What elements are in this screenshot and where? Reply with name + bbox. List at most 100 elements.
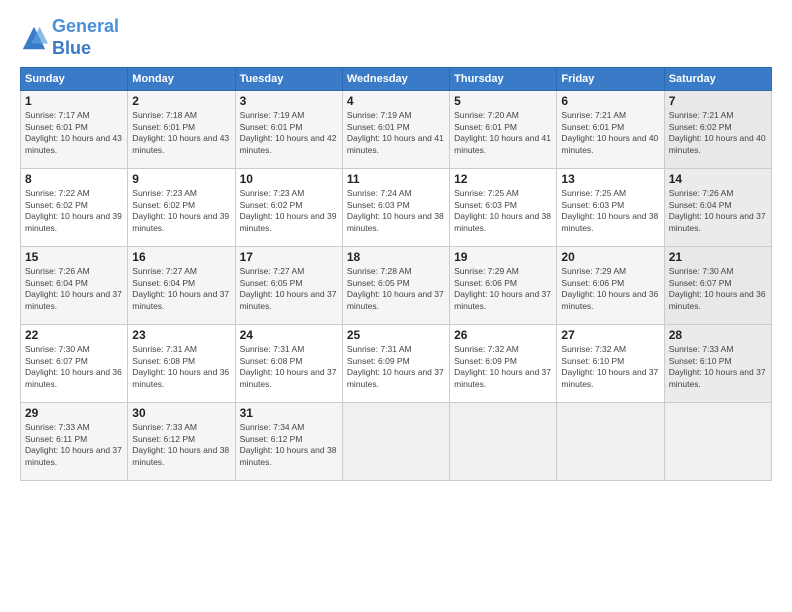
day-detail: Sunrise: 7:29 AMSunset: 6:06 PMDaylight:… <box>454 266 551 310</box>
day-number: 3 <box>240 94 338 108</box>
day-detail: Sunrise: 7:24 AMSunset: 6:03 PMDaylight:… <box>347 188 444 232</box>
calendar-cell: 25 Sunrise: 7:31 AMSunset: 6:09 PMDaylig… <box>342 325 449 403</box>
calendar-cell: 11 Sunrise: 7:24 AMSunset: 6:03 PMDaylig… <box>342 169 449 247</box>
calendar-cell: 19 Sunrise: 7:29 AMSunset: 6:06 PMDaylig… <box>450 247 557 325</box>
day-number: 2 <box>132 94 230 108</box>
day-number: 14 <box>669 172 767 186</box>
calendar-cell: 9 Sunrise: 7:23 AMSunset: 6:02 PMDayligh… <box>128 169 235 247</box>
calendar-cell: 8 Sunrise: 7:22 AMSunset: 6:02 PMDayligh… <box>21 169 128 247</box>
logo-icon <box>20 24 48 52</box>
day-number: 7 <box>669 94 767 108</box>
calendar-cell: 18 Sunrise: 7:28 AMSunset: 6:05 PMDaylig… <box>342 247 449 325</box>
calendar-cell: 12 Sunrise: 7:25 AMSunset: 6:03 PMDaylig… <box>450 169 557 247</box>
calendar-cell: 5 Sunrise: 7:20 AMSunset: 6:01 PMDayligh… <box>450 91 557 169</box>
day-detail: Sunrise: 7:19 AMSunset: 6:01 PMDaylight:… <box>347 110 444 154</box>
day-number: 25 <box>347 328 445 342</box>
day-detail: Sunrise: 7:31 AMSunset: 6:08 PMDaylight:… <box>240 344 337 388</box>
day-number: 9 <box>132 172 230 186</box>
day-detail: Sunrise: 7:23 AMSunset: 6:02 PMDaylight:… <box>240 188 337 232</box>
day-number: 10 <box>240 172 338 186</box>
day-detail: Sunrise: 7:32 AMSunset: 6:09 PMDaylight:… <box>454 344 551 388</box>
calendar-cell: 31 Sunrise: 7:34 AMSunset: 6:12 PMDaylig… <box>235 403 342 481</box>
day-detail: Sunrise: 7:23 AMSunset: 6:02 PMDaylight:… <box>132 188 229 232</box>
day-number: 13 <box>561 172 659 186</box>
weekday-wednesday: Wednesday <box>342 68 449 91</box>
day-detail: Sunrise: 7:27 AMSunset: 6:05 PMDaylight:… <box>240 266 337 310</box>
calendar-cell: 29 Sunrise: 7:33 AMSunset: 6:11 PMDaylig… <box>21 403 128 481</box>
calendar-cell: 27 Sunrise: 7:32 AMSunset: 6:10 PMDaylig… <box>557 325 664 403</box>
calendar-cell <box>664 403 771 481</box>
calendar-cell <box>450 403 557 481</box>
day-number: 1 <box>25 94 123 108</box>
day-number: 24 <box>240 328 338 342</box>
logo-text: General Blue <box>52 16 119 59</box>
weekday-thursday: Thursday <box>450 68 557 91</box>
day-number: 31 <box>240 406 338 420</box>
calendar-cell: 3 Sunrise: 7:19 AMSunset: 6:01 PMDayligh… <box>235 91 342 169</box>
calendar-cell: 13 Sunrise: 7:25 AMSunset: 6:03 PMDaylig… <box>557 169 664 247</box>
day-detail: Sunrise: 7:32 AMSunset: 6:10 PMDaylight:… <box>561 344 658 388</box>
calendar-table: SundayMondayTuesdayWednesdayThursdayFrid… <box>20 67 772 481</box>
calendar-cell: 10 Sunrise: 7:23 AMSunset: 6:02 PMDaylig… <box>235 169 342 247</box>
calendar-week-5: 29 Sunrise: 7:33 AMSunset: 6:11 PMDaylig… <box>21 403 772 481</box>
day-detail: Sunrise: 7:28 AMSunset: 6:05 PMDaylight:… <box>347 266 444 310</box>
calendar-cell <box>342 403 449 481</box>
day-detail: Sunrise: 7:26 AMSunset: 6:04 PMDaylight:… <box>669 188 766 232</box>
day-detail: Sunrise: 7:21 AMSunset: 6:02 PMDaylight:… <box>669 110 766 154</box>
day-detail: Sunrise: 7:34 AMSunset: 6:12 PMDaylight:… <box>240 422 337 466</box>
day-number: 18 <box>347 250 445 264</box>
day-number: 11 <box>347 172 445 186</box>
day-detail: Sunrise: 7:31 AMSunset: 6:08 PMDaylight:… <box>132 344 229 388</box>
calendar-cell: 1 Sunrise: 7:17 AMSunset: 6:01 PMDayligh… <box>21 91 128 169</box>
weekday-saturday: Saturday <box>664 68 771 91</box>
day-detail: Sunrise: 7:33 AMSunset: 6:10 PMDaylight:… <box>669 344 766 388</box>
day-detail: Sunrise: 7:30 AMSunset: 6:07 PMDaylight:… <box>669 266 766 310</box>
calendar-cell: 30 Sunrise: 7:33 AMSunset: 6:12 PMDaylig… <box>128 403 235 481</box>
calendar-body: 1 Sunrise: 7:17 AMSunset: 6:01 PMDayligh… <box>21 91 772 481</box>
weekday-sunday: Sunday <box>21 68 128 91</box>
calendar-cell: 16 Sunrise: 7:27 AMSunset: 6:04 PMDaylig… <box>128 247 235 325</box>
header: General Blue <box>20 16 772 59</box>
day-number: 29 <box>25 406 123 420</box>
day-detail: Sunrise: 7:20 AMSunset: 6:01 PMDaylight:… <box>454 110 551 154</box>
calendar-cell: 22 Sunrise: 7:30 AMSunset: 6:07 PMDaylig… <box>21 325 128 403</box>
day-detail: Sunrise: 7:22 AMSunset: 6:02 PMDaylight:… <box>25 188 122 232</box>
calendar-cell: 26 Sunrise: 7:32 AMSunset: 6:09 PMDaylig… <box>450 325 557 403</box>
calendar-cell: 21 Sunrise: 7:30 AMSunset: 6:07 PMDaylig… <box>664 247 771 325</box>
calendar-week-4: 22 Sunrise: 7:30 AMSunset: 6:07 PMDaylig… <box>21 325 772 403</box>
day-detail: Sunrise: 7:19 AMSunset: 6:01 PMDaylight:… <box>240 110 337 154</box>
day-detail: Sunrise: 7:18 AMSunset: 6:01 PMDaylight:… <box>132 110 229 154</box>
calendar-week-2: 8 Sunrise: 7:22 AMSunset: 6:02 PMDayligh… <box>21 169 772 247</box>
day-number: 23 <box>132 328 230 342</box>
day-number: 15 <box>25 250 123 264</box>
calendar-cell: 28 Sunrise: 7:33 AMSunset: 6:10 PMDaylig… <box>664 325 771 403</box>
day-detail: Sunrise: 7:30 AMSunset: 6:07 PMDaylight:… <box>25 344 122 388</box>
day-detail: Sunrise: 7:26 AMSunset: 6:04 PMDaylight:… <box>25 266 122 310</box>
day-number: 16 <box>132 250 230 264</box>
day-number: 20 <box>561 250 659 264</box>
day-detail: Sunrise: 7:21 AMSunset: 6:01 PMDaylight:… <box>561 110 658 154</box>
day-number: 5 <box>454 94 552 108</box>
day-number: 12 <box>454 172 552 186</box>
day-number: 4 <box>347 94 445 108</box>
day-number: 22 <box>25 328 123 342</box>
calendar-cell: 20 Sunrise: 7:29 AMSunset: 6:06 PMDaylig… <box>557 247 664 325</box>
day-detail: Sunrise: 7:17 AMSunset: 6:01 PMDaylight:… <box>25 110 122 154</box>
day-detail: Sunrise: 7:29 AMSunset: 6:06 PMDaylight:… <box>561 266 658 310</box>
day-number: 28 <box>669 328 767 342</box>
calendar-cell <box>557 403 664 481</box>
day-detail: Sunrise: 7:25 AMSunset: 6:03 PMDaylight:… <box>454 188 551 232</box>
weekday-friday: Friday <box>557 68 664 91</box>
day-detail: Sunrise: 7:31 AMSunset: 6:09 PMDaylight:… <box>347 344 444 388</box>
calendar-cell: 23 Sunrise: 7:31 AMSunset: 6:08 PMDaylig… <box>128 325 235 403</box>
calendar-week-1: 1 Sunrise: 7:17 AMSunset: 6:01 PMDayligh… <box>21 91 772 169</box>
day-detail: Sunrise: 7:25 AMSunset: 6:03 PMDaylight:… <box>561 188 658 232</box>
calendar-week-3: 15 Sunrise: 7:26 AMSunset: 6:04 PMDaylig… <box>21 247 772 325</box>
calendar-cell: 6 Sunrise: 7:21 AMSunset: 6:01 PMDayligh… <box>557 91 664 169</box>
day-detail: Sunrise: 7:33 AMSunset: 6:11 PMDaylight:… <box>25 422 122 466</box>
weekday-monday: Monday <box>128 68 235 91</box>
day-number: 21 <box>669 250 767 264</box>
calendar-cell: 14 Sunrise: 7:26 AMSunset: 6:04 PMDaylig… <box>664 169 771 247</box>
day-number: 30 <box>132 406 230 420</box>
calendar-cell: 4 Sunrise: 7:19 AMSunset: 6:01 PMDayligh… <box>342 91 449 169</box>
